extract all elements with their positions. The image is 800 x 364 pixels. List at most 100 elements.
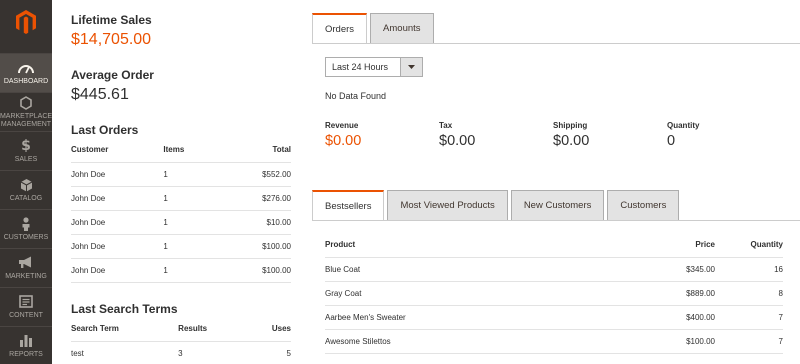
table-row[interactable]: Gray Coat $889.00 8 (325, 281, 783, 306)
admin-sidebar: Dashboard Marketplace Management $ Sales… (0, 0, 52, 364)
bestsellers-table: Product Price Quantity Blue Coat $345.00… (325, 233, 783, 354)
product-price: $100.00 (635, 329, 715, 354)
column-header-customer: Customer (71, 138, 164, 163)
table-row[interactable]: test 3 5 (71, 341, 291, 364)
product-name: Awesome Stilettos (325, 329, 635, 354)
revenue-label: Revenue (325, 121, 359, 130)
tab-amounts[interactable]: Amounts (370, 13, 434, 43)
column-header-product: Product (325, 233, 635, 258)
box-icon (20, 178, 33, 192)
product-price: $400.00 (635, 305, 715, 330)
table-row[interactable]: John Doe 1 $100.00 (71, 258, 291, 283)
sidebar-item-label: Customers (3, 233, 49, 241)
product-price: $889.00 (635, 281, 715, 306)
average-order-label: Average Order (71, 68, 154, 82)
product-name: Aarbee Men's Sweater (325, 305, 635, 330)
sidebar-item-catalog[interactable]: Catalog (0, 170, 52, 209)
tab-most-viewed-products[interactable]: Most Viewed Products (387, 190, 508, 220)
bar-chart-icon (19, 334, 33, 348)
average-order-value: $445.61 (71, 86, 129, 103)
table-row[interactable]: John Doe 1 $100.00 (71, 234, 291, 259)
column-header-price: Price (635, 233, 715, 258)
table-header-row: Search Term Results Uses (71, 317, 291, 342)
product-quantity: 7 (715, 329, 783, 354)
table-header-row: Customer Items Total (71, 138, 291, 163)
sidebar-item-label: Content (9, 311, 43, 319)
sidebar-item-label: Catalog (9, 194, 43, 202)
table-header-row: Product Price Quantity (325, 233, 783, 258)
magento-logo[interactable] (0, 0, 52, 44)
sidebar-item-label: Dashboard (3, 77, 49, 85)
sidebar-item-marketing[interactable]: Marketing (0, 248, 52, 287)
magento-logo-icon (16, 10, 36, 34)
sidebar-item-label: Marketplace Management (0, 112, 53, 128)
quantity-value: 0 (667, 133, 676, 149)
lifetime-sales-label: Lifetime Sales (71, 13, 152, 27)
last-search-terms-title: Last Search Terms (71, 302, 178, 316)
table-row[interactable]: Blue Coat $345.00 16 (325, 257, 783, 282)
order-total: $276.00 (219, 186, 291, 211)
tab-divider (312, 43, 800, 44)
chevron-down-icon[interactable] (400, 58, 422, 76)
tab-customers[interactable]: Customers (607, 190, 680, 220)
no-data-message: No Data Found (325, 91, 387, 101)
table-row[interactable]: John Doe 1 $552.00 (71, 162, 291, 187)
sidebar-item-sales[interactable]: $ Sales (0, 131, 52, 170)
sidebar-item-reports[interactable]: Reports (0, 326, 52, 364)
quantity-metric: Quantity 0 (667, 121, 699, 149)
product-price: $345.00 (635, 257, 715, 282)
grid-tabs: Bestsellers Most Viewed Products New Cus… (312, 190, 682, 220)
order-items: 1 (163, 186, 220, 211)
tax-value: $0.00 (439, 133, 476, 149)
product-name: Gray Coat (325, 281, 635, 306)
order-customer: John Doe (71, 186, 164, 211)
order-customer: John Doe (71, 234, 164, 259)
order-customer: John Doe (71, 162, 164, 187)
sidebar-item-marketplace-management[interactable]: Marketplace Management (0, 92, 52, 131)
sidebar-item-dashboard[interactable]: Dashboard (0, 53, 52, 92)
tab-new-customers[interactable]: New Customers (510, 190, 605, 220)
quantity-label: Quantity (667, 121, 700, 130)
last-orders-table: Customer Items Total John Doe 1 $552.00 … (71, 138, 291, 283)
order-items: 1 (163, 162, 220, 187)
tax-label: Tax (439, 121, 453, 130)
lifetime-sales-value: $14,705.00 (71, 31, 152, 48)
content-icon (19, 295, 33, 309)
table-row[interactable]: John Doe 1 $276.00 (71, 186, 291, 211)
table-row[interactable]: John Doe 1 $10.00 (71, 210, 291, 235)
table-row[interactable]: Awesome Stilettos $100.00 7 (325, 329, 783, 354)
order-total: $100.00 (219, 234, 291, 259)
column-header-uses: Uses (248, 317, 291, 342)
tab-orders[interactable]: Orders (312, 13, 368, 43)
revenue-metric: Revenue $0.00 (325, 121, 361, 149)
period-select-value: Last 24 Hours (332, 62, 389, 72)
column-header-total: Total (219, 138, 291, 163)
column-header-items: Items (163, 138, 220, 163)
order-customer: John Doe (71, 210, 164, 235)
column-header-quantity: Quantity (715, 233, 783, 258)
table-row[interactable]: Aarbee Men's Sweater $400.00 7 (325, 305, 783, 330)
order-items: 1 (163, 234, 220, 259)
product-quantity: 7 (715, 305, 783, 330)
megaphone-icon (18, 256, 34, 270)
search-uses: 5 (248, 341, 291, 364)
column-header-search-term: Search Term (71, 317, 179, 342)
shipping-value: $0.00 (553, 133, 590, 149)
search-term: test (71, 341, 179, 364)
tax-metric: Tax $0.00 (439, 121, 475, 149)
product-name: Blue Coat (325, 257, 635, 282)
order-total: $100.00 (219, 258, 291, 283)
sidebar-item-content[interactable]: Content (0, 287, 52, 326)
product-quantity: 8 (715, 281, 783, 306)
last-search-terms-table: Search Term Results Uses test 3 5 (71, 317, 291, 364)
order-total: $10.00 (219, 210, 291, 235)
tab-bestsellers[interactable]: Bestsellers (312, 190, 385, 220)
search-results: 3 (178, 341, 249, 364)
order-items: 1 (163, 258, 220, 283)
order-total: $552.00 (219, 162, 291, 187)
sidebar-item-customers[interactable]: Customers (0, 209, 52, 248)
period-select[interactable]: Last 24 Hours (325, 57, 423, 77)
product-quantity: 16 (715, 257, 783, 282)
dashboard-icon (18, 61, 34, 75)
chart-tabs: Orders Amounts (312, 13, 437, 43)
